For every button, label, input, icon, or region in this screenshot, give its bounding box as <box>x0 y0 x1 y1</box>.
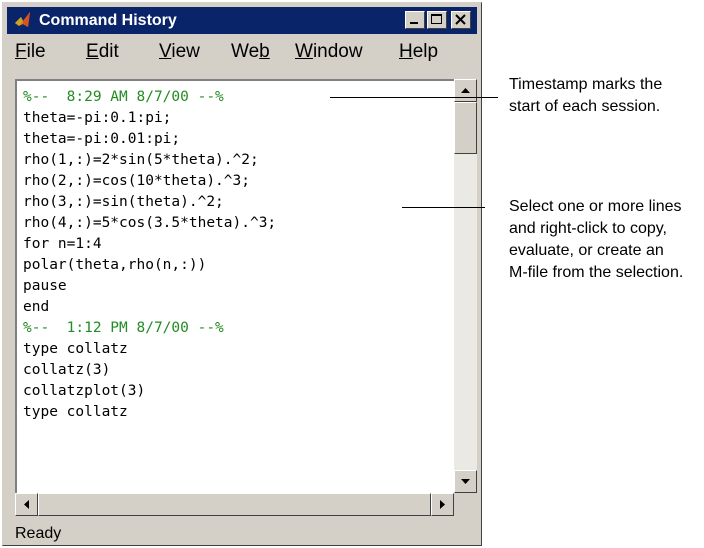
history-line[interactable]: polar(theta,rho(n,:)) <box>23 255 206 276</box>
scroll-up-button[interactable] <box>454 79 477 102</box>
title-bar[interactable]: Command History <box>7 7 477 34</box>
menu-file[interactable]: File <box>15 40 46 64</box>
history-line[interactable]: for n=1:4 <box>23 234 102 255</box>
history-line[interactable]: rho(1,:)=2*sin(5*theta).^2; <box>23 150 259 171</box>
maximize-icon <box>431 14 442 24</box>
history-line[interactable]: type collatz <box>23 339 128 360</box>
command-history-window: Command History File Edit View Web Windo… <box>2 2 482 546</box>
history-line[interactable]: rho(3,:)=sin(theta).^2; <box>23 192 224 213</box>
history-line[interactable]: theta=-pi:0.1:pi; <box>23 108 171 129</box>
select-callout-line <box>402 207 485 208</box>
minimize-button[interactable] <box>405 11 425 29</box>
scroll-thumb[interactable] <box>454 102 477 154</box>
close-icon <box>455 14 466 25</box>
menu-edit[interactable]: Edit <box>86 40 119 64</box>
horizontal-scrollbar[interactable] <box>15 493 454 516</box>
scrollbar-corner <box>454 493 477 516</box>
timestamp-callout-line <box>330 97 498 98</box>
history-list[interactable]: %-- 8:29 AM 8/7/00 --% theta=-pi:0.1:pi;… <box>15 79 454 493</box>
status-bar: Ready <box>7 521 477 545</box>
menu-window[interactable]: Window <box>295 40 363 64</box>
history-line[interactable]: rho(4,:)=5*cos(3.5*theta).^3; <box>23 213 276 234</box>
timestamp-callout: Timestamp marks the start of each sessio… <box>509 76 663 115</box>
select-callout: Select one or more lines and right-click… <box>509 198 684 281</box>
vertical-scrollbar[interactable] <box>454 79 477 493</box>
scroll-right-button[interactable] <box>431 493 454 516</box>
session-timestamp[interactable]: %-- 1:12 PM 8/7/00 --% <box>23 318 224 339</box>
arrow-left-icon <box>24 500 29 509</box>
history-line[interactable]: type collatz <box>23 402 128 423</box>
history-line[interactable]: collatzplot(3) <box>23 381 145 402</box>
session-timestamp[interactable]: %-- 8:29 AM 8/7/00 --% <box>23 87 224 108</box>
horizontal-scroll-thumb[interactable] <box>38 493 431 516</box>
close-button[interactable] <box>451 11 471 29</box>
menu-view[interactable]: View <box>159 40 200 64</box>
status-text: Ready <box>15 525 62 542</box>
history-line[interactable]: theta=-pi:0.01:pi; <box>23 129 180 150</box>
scroll-left-button[interactable] <box>15 493 38 516</box>
matlab-logo-icon <box>15 12 30 27</box>
minimize-icon <box>410 22 418 24</box>
scroll-down-button[interactable] <box>454 470 477 493</box>
history-line[interactable]: end <box>23 297 49 318</box>
window-title: Command History <box>39 12 177 29</box>
menu-web[interactable]: Web <box>231 40 270 64</box>
history-line[interactable]: collatz(3) <box>23 360 110 381</box>
maximize-button[interactable] <box>427 11 447 29</box>
arrow-down-icon <box>461 479 470 484</box>
history-line[interactable]: rho(2,:)=cos(10*theta).^3; <box>23 171 250 192</box>
history-line[interactable]: pause <box>23 276 67 297</box>
arrow-right-icon <box>440 500 445 509</box>
menu-bar: File Edit View Web Window Help <box>7 36 477 68</box>
menu-help[interactable]: Help <box>399 40 438 64</box>
